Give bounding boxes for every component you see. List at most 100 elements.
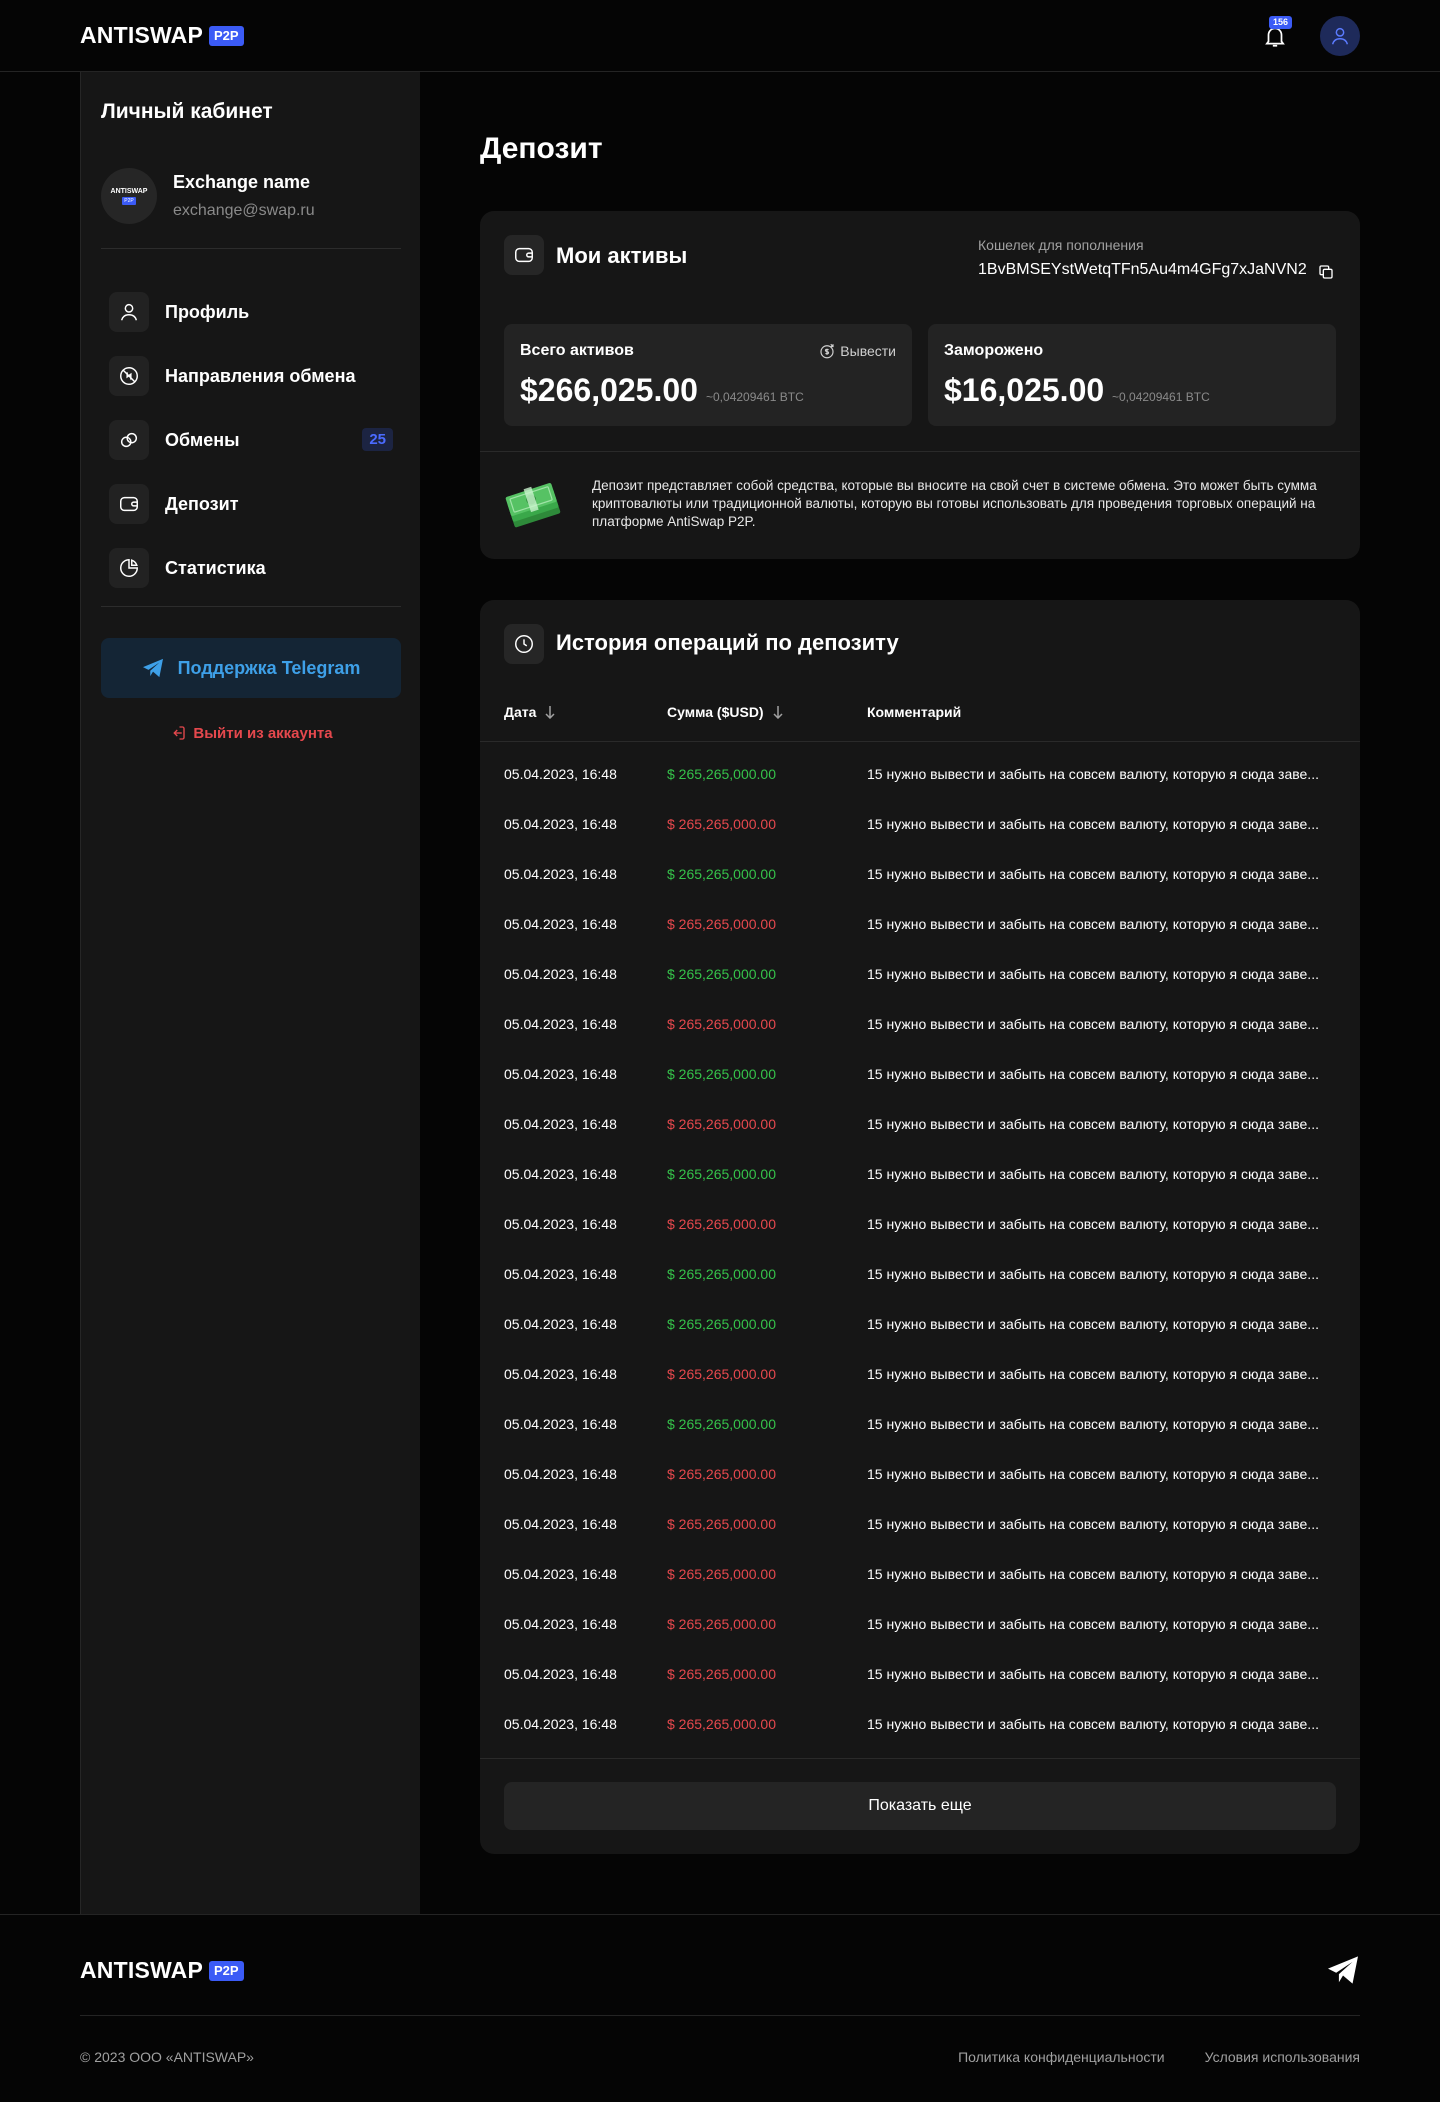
column-header-date[interactable]: Дата xyxy=(504,704,556,720)
row-date: 05.04.2023, 16:48 xyxy=(504,1316,617,1332)
column-header-label: Дата xyxy=(504,704,537,720)
sidebar-item-label: Направления обмена xyxy=(165,365,356,386)
row-comment: 15 нужно вывести и забыть на совсем валю… xyxy=(867,1616,1319,1632)
top-header: ANTISWAP P2P 156 xyxy=(0,0,1440,72)
sidebar-item-profile[interactable]: Профиль xyxy=(109,280,393,344)
row-sum: $ 265,265,000.00 xyxy=(667,1616,776,1632)
footer: ANTISWAP P2P © 2023 ООО «ANTISWAP» Полит… xyxy=(0,1914,1440,2102)
row-sum: $ 265,265,000.00 xyxy=(667,866,776,882)
footer-links: Политика конфиденциальности Условия испо… xyxy=(958,2049,1360,2065)
wallet-address[interactable]: 1BvBMSEYstWetqTFn5Au4m4GFg7xJaNVN2 xyxy=(978,261,1307,279)
row-comment: 15 нужно вывести и забыть на совсем валю… xyxy=(867,1216,1319,1232)
telegram-icon[interactable] xyxy=(1326,1955,1360,1985)
row-date: 05.04.2023, 16:48 xyxy=(504,966,617,982)
exchanges-count-badge: 25 xyxy=(362,428,393,451)
page-title: Депозит xyxy=(480,132,603,165)
row-date: 05.04.2023, 16:48 xyxy=(504,1516,617,1532)
row-comment: 15 нужно вывести и забыть на совсем валю… xyxy=(867,966,1319,982)
row-date: 05.04.2023, 16:48 xyxy=(504,1366,617,1382)
privacy-policy-link[interactable]: Политика конфиденциальности xyxy=(958,2049,1165,2065)
table-row: 05.04.2023, 16:48 $ 265,265,000.00 15 нужн… xyxy=(480,1601,1360,1651)
table-row: 05.04.2023, 16:48 $ 265,265,000.00 15 нужн… xyxy=(480,851,1360,901)
row-sum: $ 265,265,000.00 xyxy=(667,1566,776,1582)
terms-of-use-link[interactable]: Условия использования xyxy=(1205,2049,1360,2065)
row-date: 05.04.2023, 16:48 xyxy=(504,1666,617,1682)
sidebar-item-exchange-directions[interactable]: Направления обмена xyxy=(109,344,393,408)
row-sum: $ 265,265,000.00 xyxy=(667,1466,776,1482)
row-sum: $ 265,265,000.00 xyxy=(667,1716,776,1732)
row-comment: 15 нужно вывести и забыть на совсем валю… xyxy=(867,866,1319,882)
column-header-label: Сумма ($USD) xyxy=(667,704,764,720)
money-stack-icon xyxy=(505,483,561,528)
table-row: 05.04.2023, 16:48 $ 265,265,000.00 15 нужн… xyxy=(480,801,1360,851)
logout-link[interactable]: Выйти из аккаунта xyxy=(101,724,401,742)
row-comment: 15 нужно вывести и забыть на совсем валю… xyxy=(867,816,1319,832)
table-row: 05.04.2023, 16:48 $ 265,265,000.00 15 нужн… xyxy=(480,1051,1360,1101)
table-row: 05.04.2023, 16:48 $ 265,265,000.00 15 нужн… xyxy=(480,1551,1360,1601)
table-row: 05.04.2023, 16:48 $ 265,265,000.00 15 нужн… xyxy=(480,951,1360,1001)
logo-badge: P2P xyxy=(209,1960,244,1981)
row-sum: $ 265,265,000.00 xyxy=(667,766,776,782)
total-assets-stat: Всего активов Вывести $266,025.00 ~0,042… xyxy=(504,324,912,426)
withdraw-button[interactable]: Вывести xyxy=(818,342,896,360)
withdraw-icon xyxy=(820,343,834,359)
table-row: 05.04.2023, 16:48 $ 265,265,000.00 15 нужн… xyxy=(480,1651,1360,1701)
row-date: 05.04.2023, 16:48 xyxy=(504,766,617,782)
table-row: 05.04.2023, 16:48 $ 265,265,000.00 15 нужн… xyxy=(480,1351,1360,1401)
row-comment: 15 нужно вывести и забыть на совсем валю… xyxy=(867,1366,1319,1382)
sidebar-divider xyxy=(101,606,401,607)
footer-divider xyxy=(80,2015,1360,2016)
row-sum: $ 265,265,000.00 xyxy=(667,1366,776,1382)
row-comment: 15 нужно вывести и забыть на совсем валю… xyxy=(867,1166,1319,1182)
user-avatar[interactable] xyxy=(1320,16,1360,56)
history-title: История операций по депозиту xyxy=(556,630,899,655)
header-logo[interactable]: ANTISWAP P2P xyxy=(80,22,244,49)
sidebar-item-statistics[interactable]: Статистика xyxy=(109,536,393,600)
row-sum: $ 265,265,000.00 xyxy=(667,1316,776,1332)
sidebar-item-exchanges[interactable]: Обмены 25 xyxy=(109,408,393,472)
links-icon xyxy=(109,420,149,460)
history-card: История операций по депозиту Дата Сумма … xyxy=(480,600,1360,1854)
row-date: 05.04.2023, 16:48 xyxy=(504,1016,617,1032)
table-row: 05.04.2023, 16:48 $ 265,265,000.00 15 нужн… xyxy=(480,901,1360,951)
row-comment: 15 нужно вывести и забыть на совсем валю… xyxy=(867,1266,1319,1282)
row-comment: 15 нужно вывести и забыть на совсем валю… xyxy=(867,1666,1319,1682)
row-sum: $ 265,265,000.00 xyxy=(667,1216,776,1232)
logout-icon xyxy=(173,726,186,740)
table-row: 05.04.2023, 16:48 $ 265,265,000.00 15 нужн… xyxy=(480,1401,1360,1451)
row-comment: 15 нужно вывести и забыть на совсем валю… xyxy=(867,1016,1319,1032)
clock-icon xyxy=(504,624,544,664)
copy-icon[interactable] xyxy=(1318,264,1334,280)
row-comment: 15 нужно вывести и забыть на совсем валю… xyxy=(867,1566,1319,1582)
exchange-profile: ANTISWAP P2P Exchange name exchange@swap… xyxy=(101,168,401,228)
row-date: 05.04.2023, 16:48 xyxy=(504,866,617,882)
deposit-info-text: Депозит представляет собой средства, кот… xyxy=(592,478,1317,529)
sidebar-item-deposit[interactable]: Депозит xyxy=(109,472,393,536)
assets-title: Мои активы xyxy=(556,243,688,268)
exchange-avatar: ANTISWAP P2P xyxy=(101,168,157,224)
show-more-button[interactable]: Показать еще xyxy=(504,1782,1336,1830)
total-assets-btc: ~0,04209461 BTC xyxy=(706,390,804,404)
exchange-avatar-text: ANTISWAP xyxy=(110,187,148,195)
row-date: 05.04.2023, 16:48 xyxy=(504,1466,617,1482)
row-sum: $ 265,265,000.00 xyxy=(667,1416,776,1432)
column-header-comment: Комментарий xyxy=(867,704,961,720)
table-row: 05.04.2023, 16:48 $ 265,265,000.00 15 нужн… xyxy=(480,1201,1360,1251)
sidebar-item-label: Профиль xyxy=(165,301,250,322)
column-header-sum[interactable]: Сумма ($USD) xyxy=(667,704,784,720)
sort-arrow-down-icon xyxy=(545,706,555,719)
logo-text: ANTISWAP xyxy=(80,22,203,48)
telegram-support-button[interactable]: Поддержка Telegram xyxy=(101,638,401,698)
row-comment: 15 нужно вывести и забыть на совсем валю… xyxy=(867,1716,1319,1732)
row-sum: $ 265,265,000.00 xyxy=(667,1266,776,1282)
footer-logo[interactable]: ANTISWAP P2P xyxy=(80,1957,244,1984)
table-row: 05.04.2023, 16:48 $ 265,265,000.00 15 нужн… xyxy=(480,1001,1360,1051)
user-icon xyxy=(109,292,149,332)
row-comment: 15 нужно вывести и забыть на совсем валю… xyxy=(867,1466,1319,1482)
row-date: 05.04.2023, 16:48 xyxy=(504,1216,617,1232)
table-row: 05.04.2023, 16:48 $ 265,265,000.00 15 нужн… xyxy=(480,1251,1360,1301)
table-row: 05.04.2023, 16:48 $ 265,265,000.00 15 нужн… xyxy=(480,751,1360,801)
logo-text: ANTISWAP xyxy=(80,1957,203,1983)
table-row: 05.04.2023, 16:48 $ 265,265,000.00 15 нужн… xyxy=(480,1151,1360,1201)
frozen-value: $16,025.00 xyxy=(944,372,1105,408)
